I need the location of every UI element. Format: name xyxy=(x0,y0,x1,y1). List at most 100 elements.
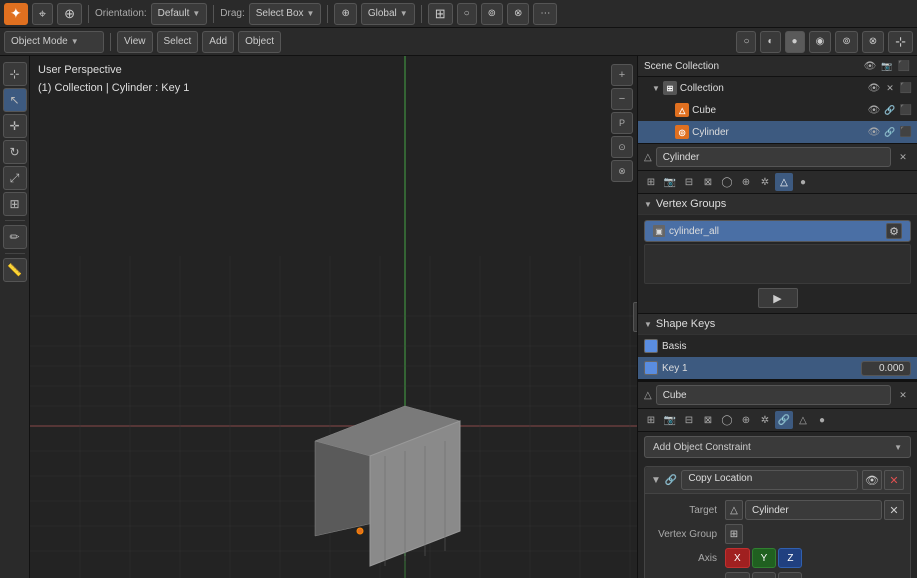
constraint-delete-btn[interactable]: ✕ xyxy=(884,470,904,490)
tab-view-layer[interactable]: ⊠ xyxy=(699,173,717,191)
blender-menu-btn[interactable]: ✦ xyxy=(4,3,28,25)
c-tab-modifier[interactable]: ⊕ xyxy=(737,411,755,429)
collection-exclude-icon[interactable]: ✕ xyxy=(883,81,897,95)
properties-object-name-field[interactable]: Cylinder xyxy=(656,147,891,167)
tab-object[interactable]: ◯ xyxy=(718,173,736,191)
tab-render[interactable]: 📷 xyxy=(661,173,679,191)
properties-close-btn[interactable]: ✕ xyxy=(895,149,911,165)
cursor-tool-btn[interactable]: ⊹ xyxy=(3,62,27,86)
vg-type-icon[interactable]: ⊞ xyxy=(725,524,743,544)
transform-tool-btn[interactable]: ⊞ xyxy=(3,192,27,216)
overlays-btn[interactable]: ⊚ xyxy=(835,31,857,53)
select-tool-btn[interactable]: ↖ xyxy=(3,88,27,112)
tab-scene[interactable]: ⊞ xyxy=(642,173,660,191)
tab-data[interactable]: △ xyxy=(775,173,793,191)
viewport-shading-rendered[interactable]: ● xyxy=(785,31,805,53)
invert-y-btn[interactable]: Y xyxy=(752,572,777,578)
object-mode-dropdown[interactable]: Object Mode ▼ xyxy=(4,31,104,53)
c-tab-view[interactable]: ⊠ xyxy=(699,411,717,429)
viewport-gizmo-btn[interactable]: ⊗ xyxy=(611,160,633,182)
c-tab-constraints[interactable]: 🔗 xyxy=(775,411,793,429)
collection-eye-icon[interactable]: 👁 xyxy=(867,81,881,95)
viewport-perspective-btn[interactable]: P xyxy=(611,112,633,134)
annotate-tool-btn[interactable]: ✏ xyxy=(3,225,27,249)
shape-key-key1[interactable]: Key 1 0.000 xyxy=(638,357,917,379)
invert-x-btn[interactable]: X xyxy=(725,572,750,578)
global-dropdown[interactable]: Global ▼ xyxy=(361,3,415,25)
target-type-icon[interactable]: △ xyxy=(725,500,743,520)
scale-tool-btn[interactable]: ⤢ xyxy=(3,166,27,190)
target-clear-btn[interactable]: ✕ xyxy=(884,500,904,520)
move-tool-btn[interactable]: ✛ xyxy=(3,114,27,138)
viewport-zoom-out-btn[interactable]: − xyxy=(611,88,633,110)
cube-eye-icon[interactable]: 👁 xyxy=(867,103,881,117)
vertex-group-cylinder-all[interactable]: ▣ cylinder_all ⚙ xyxy=(644,220,911,242)
add-menu-btn[interactable]: Add xyxy=(202,31,234,53)
outliner-item-cylinder[interactable]: ▶ ◎ Cylinder 👁 🔗 ⬛ xyxy=(638,121,917,143)
tab-output[interactable]: ⊟ xyxy=(680,173,698,191)
drag-dropdown[interactable]: Select Box ▼ xyxy=(249,3,322,25)
collection-render-icon[interactable]: ⬛ xyxy=(899,81,913,95)
tab-particles[interactable]: ✲ xyxy=(756,173,774,191)
snap-btn2[interactable]: ⊚ xyxy=(481,3,503,25)
constraints-object-name-field[interactable]: Cube xyxy=(656,385,891,405)
c-tab-object[interactable]: ◯ xyxy=(718,411,736,429)
vg-settings-btn[interactable]: ⚙ xyxy=(886,223,902,239)
cylinder-render-icon[interactable]: ⬛ xyxy=(899,125,913,139)
constraints-close-btn[interactable]: ✕ xyxy=(895,387,911,403)
target-field[interactable]: Cylinder xyxy=(745,500,882,520)
cube-render-icon[interactable]: ⬛ xyxy=(899,103,913,117)
basis-checkbox[interactable] xyxy=(644,339,658,353)
add-constraint-btn[interactable]: Add Object Constraint ▼ xyxy=(644,436,911,458)
viewport-shading-wireframe[interactable]: ◉ xyxy=(809,31,832,53)
shape-key-basis[interactable]: Basis xyxy=(638,335,917,357)
outliner-cam-header[interactable]: 📷 xyxy=(880,59,894,73)
axis-x-btn[interactable]: X xyxy=(725,548,750,568)
snap-btn[interactable]: ⊞ xyxy=(428,3,453,25)
orientation-dropdown[interactable]: Default ▼ xyxy=(151,3,208,25)
cylinder-link-icon[interactable]: 🔗 xyxy=(883,125,897,139)
workspace-icon-btn[interactable]: ⌖ xyxy=(32,3,53,25)
viewport-shading-solid[interactable]: ○ xyxy=(736,31,756,53)
vg-expand-btn[interactable]: ▶ xyxy=(758,288,798,308)
select-menu-btn[interactable]: Select xyxy=(157,31,199,53)
transform-icon-btn[interactable]: ⊕ xyxy=(334,3,356,25)
viewport-zoom-in-btn[interactable]: + xyxy=(611,64,633,86)
key1-value[interactable]: 0.000 xyxy=(861,361,911,376)
invert-z-btn[interactable]: Z xyxy=(778,572,802,578)
workspace-transform-btn[interactable]: ⊕ xyxy=(57,3,82,25)
outliner-eye-header[interactable]: 👁 xyxy=(863,59,877,73)
c-tab-render[interactable]: 📷 xyxy=(661,411,679,429)
object-menu-btn[interactable]: Object xyxy=(238,31,281,53)
cylinder-eye-icon[interactable]: 👁 xyxy=(867,125,881,139)
vertex-groups-header[interactable]: ▼ Vertex Groups xyxy=(638,194,917,215)
viewport-top-btn[interactable]: ⊙ xyxy=(611,136,633,158)
tab-modifier[interactable]: ⊕ xyxy=(737,173,755,191)
key1-checkbox[interactable] xyxy=(644,361,658,375)
panel-collapse-btn[interactable]: ‹ xyxy=(633,302,637,332)
outliner-item-cube[interactable]: ▶ △ Cube 👁 🔗 ⬛ xyxy=(638,99,917,121)
constraint-name-field[interactable]: Copy Location xyxy=(681,470,858,490)
gizmos-btn2[interactable]: ⊗ xyxy=(862,31,884,53)
c-tab-material[interactable]: ● xyxy=(813,411,831,429)
outliner-render-header[interactable]: ⬛ xyxy=(897,59,911,73)
c-tab-particles[interactable]: ✲ xyxy=(756,411,774,429)
constraint-expand-triangle[interactable]: ▼ xyxy=(651,475,661,486)
shape-keys-header[interactable]: ▼ Shape Keys xyxy=(638,314,917,335)
c-tab-output[interactable]: ⊟ xyxy=(680,411,698,429)
view-menu-btn[interactable]: View xyxy=(117,31,153,53)
outliner-item-collection[interactable]: ▼ ⊞ Collection 👁 ✕ ⬛ xyxy=(638,77,917,99)
gizmo-btn[interactable]: ⊗ xyxy=(507,3,529,25)
tab-material[interactable]: ● xyxy=(794,173,812,191)
viewport-shading-material[interactable]: ◐ xyxy=(760,31,780,53)
cube-link-icon[interactable]: 🔗 xyxy=(883,103,897,117)
rotate-tool-btn[interactable]: ↻ xyxy=(3,140,27,164)
more-btn[interactable]: ⋯ xyxy=(533,3,557,25)
constraint-eye-btn[interactable]: 👁 xyxy=(862,470,882,490)
editor-type-btn[interactable]: ⊹ xyxy=(888,31,913,53)
measure-tool-btn[interactable]: 📏 xyxy=(3,258,27,282)
axis-y-btn[interactable]: Y xyxy=(752,548,777,568)
c-tab-scene[interactable]: ⊞ xyxy=(642,411,660,429)
c-tab-data[interactable]: △ xyxy=(794,411,812,429)
proportional-btn[interactable]: ○ xyxy=(457,3,477,25)
